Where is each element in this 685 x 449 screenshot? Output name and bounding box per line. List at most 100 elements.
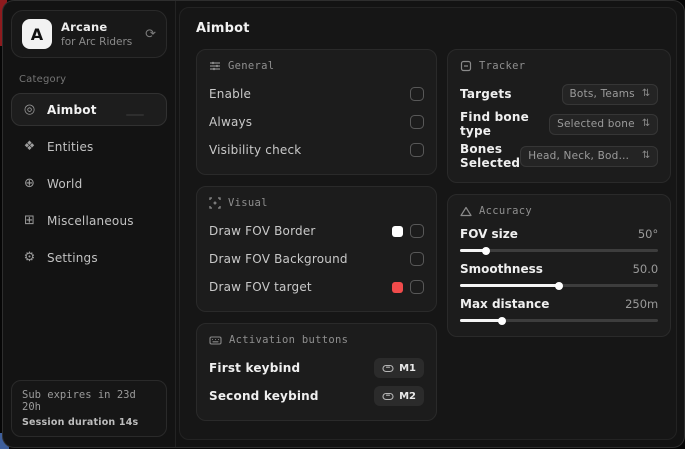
accuracy-card-header: Accuracy xyxy=(460,205,658,217)
find-bone-type-select[interactable]: Selected bone ⇅ xyxy=(549,114,658,135)
sidebar-item-label: Aimbot xyxy=(47,103,97,117)
sidebar-nav: ◎ Aimbot ❖ Entities ⊕ World ⊞ Miscellane… xyxy=(11,93,167,274)
tracker-card-header: Tracker xyxy=(460,60,658,72)
activation-card-title: Activation buttons xyxy=(229,334,348,346)
globe-icon: ⊕ xyxy=(22,177,37,190)
accuracy-card: Accuracy FOV size 50° Smoothness xyxy=(447,194,671,337)
max-distance-slider[interactable] xyxy=(460,319,658,322)
visibility-check-label: Visibility check xyxy=(209,143,301,157)
sidebar-item-entities[interactable]: ❖ Entities xyxy=(11,130,167,163)
draw-fov-target-row: Draw FOV target xyxy=(209,275,424,299)
first-keybind-button[interactable]: M1 xyxy=(374,358,424,378)
second-keybind-label: Second keybind xyxy=(209,389,319,403)
sub-expiry-text: Sub expires in 23d 20h xyxy=(22,389,156,413)
category-label: Category xyxy=(19,74,167,85)
bones-selected-select[interactable]: Head, Neck, Body, Fe... ⇅ xyxy=(520,146,658,167)
enable-checkbox[interactable] xyxy=(410,87,424,101)
find-bone-type-value: Selected bone xyxy=(557,118,635,130)
aimbot-keybind-hint xyxy=(126,114,144,116)
sidebar-item-label: Entities xyxy=(47,140,94,154)
refresh-icon[interactable]: ⟳ xyxy=(145,28,156,41)
sidebar-item-label: World xyxy=(47,177,82,191)
activation-card-header: Activation buttons xyxy=(209,334,424,346)
sidebar: A Arcane for Arc Riders ⟳ Category ◎ Aim… xyxy=(3,1,176,447)
max-distance-slider-fill xyxy=(460,319,502,322)
right-column: Tracker Targets Bots, Teams ⇅ Find bone … xyxy=(447,49,671,337)
main-panel: Aimbot General Enable Alw xyxy=(179,7,677,440)
grid-icon: ⊞ xyxy=(22,214,37,227)
draw-fov-border-label: Draw FOV Border xyxy=(209,224,316,238)
chevrons-up-down-icon: ⇅ xyxy=(642,89,650,99)
max-distance-row: Max distance 250m xyxy=(460,297,658,322)
entities-icon: ❖ xyxy=(22,140,37,153)
viewfinder-icon xyxy=(209,197,221,209)
smoothness-slider-fill xyxy=(460,284,559,287)
gear-icon: ⚙ xyxy=(22,251,37,264)
fov-size-value: 50° xyxy=(638,227,658,241)
targets-select[interactable]: Bots, Teams ⇅ xyxy=(562,84,659,105)
sidebar-item-aimbot[interactable]: ◎ Aimbot xyxy=(11,93,167,126)
find-bone-type-label: Find bone type xyxy=(460,110,549,138)
smoothness-slider[interactable] xyxy=(460,284,658,287)
draw-fov-target-label: Draw FOV target xyxy=(209,280,312,294)
brand-header: A Arcane for Arc Riders ⟳ xyxy=(11,10,167,58)
left-column: General Enable Always Visibility check xyxy=(196,49,437,421)
brand-text: Arcane for Arc Riders xyxy=(61,20,136,48)
find-bone-type-row: Find bone type Selected bone ⇅ xyxy=(460,110,658,138)
sidebar-item-miscellaneous[interactable]: ⊞ Miscellaneous xyxy=(11,204,167,237)
first-keybind-value: M1 xyxy=(399,363,416,374)
targets-label: Targets xyxy=(460,87,512,101)
first-keybind-row: First keybind M1 xyxy=(209,356,424,380)
bones-selected-value: Head, Neck, Body, Fe... xyxy=(528,150,635,162)
draw-fov-border-checkbox[interactable] xyxy=(410,224,424,238)
sidebar-item-label: Settings xyxy=(47,251,98,265)
subscription-info-box: Sub expires in 23d 20h Session duration … xyxy=(11,380,167,437)
always-label: Always xyxy=(209,115,252,129)
draw-fov-target-checkbox[interactable] xyxy=(410,280,424,294)
keyboard-icon xyxy=(209,335,222,346)
general-card-title: General xyxy=(228,60,274,72)
sidebar-item-world[interactable]: ⊕ World xyxy=(11,167,167,200)
triangle-icon xyxy=(460,206,472,217)
brand-subtitle: for Arc Riders xyxy=(61,36,136,48)
sidebar-item-settings[interactable]: ⚙ Settings xyxy=(11,241,167,274)
enable-label: Enable xyxy=(209,87,251,101)
chevrons-up-down-icon: ⇅ xyxy=(642,151,650,161)
max-distance-value: 250m xyxy=(625,297,658,311)
second-keybind-value: M2 xyxy=(399,391,416,402)
page-title: Aimbot xyxy=(196,21,664,36)
targets-row: Targets Bots, Teams ⇅ xyxy=(460,82,658,106)
sidebar-item-label: Miscellaneous xyxy=(47,214,134,228)
general-card-header: General xyxy=(209,60,424,72)
fov-size-slider[interactable] xyxy=(460,249,658,252)
visual-card-header: Visual xyxy=(209,197,424,209)
enable-row: Enable xyxy=(209,82,424,106)
brand-title: Arcane xyxy=(61,20,136,34)
smoothness-value: 50.0 xyxy=(633,262,659,276)
activation-buttons-card: Activation buttons First keybind M1 Seco… xyxy=(196,323,437,421)
fov-size-slider-fill xyxy=(460,249,486,252)
visual-card-title: Visual xyxy=(228,197,268,209)
scan-icon xyxy=(460,60,472,72)
draw-fov-border-row: Draw FOV Border xyxy=(209,219,424,243)
mouse-icon xyxy=(382,392,394,401)
chevrons-up-down-icon: ⇅ xyxy=(642,119,650,129)
always-checkbox[interactable] xyxy=(410,115,424,129)
always-row: Always xyxy=(209,110,424,134)
fov-target-color-swatch[interactable] xyxy=(392,282,403,293)
draw-fov-background-checkbox[interactable] xyxy=(410,252,424,266)
fov-size-label: FOV size xyxy=(460,227,518,241)
fov-border-color-swatch[interactable] xyxy=(392,226,403,237)
draw-fov-background-row: Draw FOV Background xyxy=(209,247,424,271)
visual-card: Visual Draw FOV Border Draw FOV Backgrou… xyxy=(196,186,437,312)
fov-size-row: FOV size 50° xyxy=(460,227,658,252)
second-keybind-button[interactable]: M2 xyxy=(374,386,424,406)
bones-selected-label: Bones Selected xyxy=(460,142,520,170)
app-window: A Arcane for Arc Riders ⟳ Category ◎ Aim… xyxy=(2,0,685,448)
visibility-check-row: Visibility check xyxy=(209,138,424,162)
tracker-card-title: Tracker xyxy=(479,60,525,72)
session-duration-text: Session duration 14s xyxy=(22,417,156,428)
targets-value: Bots, Teams xyxy=(570,88,635,100)
smoothness-label: Smoothness xyxy=(460,262,543,276)
visibility-check-checkbox[interactable] xyxy=(410,143,424,157)
